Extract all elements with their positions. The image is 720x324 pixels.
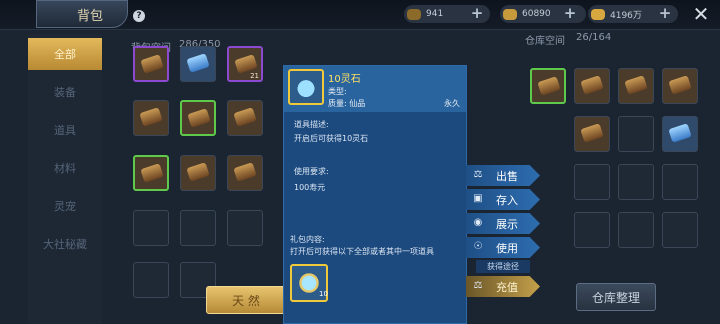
coin-value: 941 — [426, 9, 444, 19]
warehouse-slot[interactable] — [662, 212, 698, 248]
warehouse-slot[interactable] — [618, 212, 654, 248]
add-coin-button[interactable]: + — [470, 6, 484, 21]
show-icon: ◉ — [473, 216, 483, 228]
warehouse-slot[interactable] — [574, 116, 610, 152]
warehouse-slot[interactable] — [618, 68, 654, 104]
deposit-button[interactable]: ▣ 存入 — [466, 189, 540, 210]
help-icon[interactable]: ? — [133, 10, 145, 22]
warehouse-arrange-button[interactable]: 仓库整理 — [576, 283, 656, 311]
bag-slot[interactable] — [133, 262, 169, 298]
use-button[interactable]: ☉ 使用 — [466, 237, 540, 258]
item-count: 21 — [250, 72, 259, 80]
bag-slot[interactable] — [133, 46, 169, 82]
deposit-button-label: 存入 — [496, 193, 518, 207]
show-button-label: 展示 — [496, 217, 518, 231]
item-type: 类型: — [328, 87, 347, 96]
bag-slot[interactable] — [227, 210, 263, 246]
bag-slot[interactable] — [180, 210, 216, 246]
add-gold-bar-button[interactable]: + — [658, 6, 672, 21]
warehouse-slot[interactable] — [574, 68, 610, 104]
sell-button[interactable]: ⚖ 出售 — [466, 165, 540, 186]
scale-icon: ⚖ — [473, 168, 483, 180]
requirement-title: 使用要求: — [294, 167, 329, 176]
page-title-text: 背包 — [77, 8, 104, 24]
warehouse-slot[interactable] — [662, 68, 698, 104]
bag-slot[interactable]: 21 — [227, 46, 263, 82]
item-quality: 质量: 仙品 — [328, 99, 366, 108]
use-icon: ☉ — [473, 240, 483, 252]
add-gold-ingot-button[interactable]: + — [563, 6, 577, 21]
coin-icon — [407, 8, 421, 20]
page-title: 背包 — [36, 0, 128, 28]
requirement-text: 100寿元 — [294, 183, 326, 192]
bag-slot[interactable] — [180, 155, 216, 191]
gift-text: 打开后可获得以下全部或者其中一项道具 — [290, 247, 434, 256]
bag-slot[interactable] — [180, 46, 216, 82]
warehouse-slot[interactable] — [662, 116, 698, 152]
bag-slot[interactable] — [227, 155, 263, 191]
item-name: 10灵石 — [328, 74, 361, 85]
sidebar-item-equipment[interactable]: 装备 — [28, 76, 102, 108]
item-duration: 永久 — [444, 99, 460, 108]
warehouse-slot[interactable] — [618, 116, 654, 152]
gold-ingot-icon — [503, 8, 517, 20]
warehouse-slot[interactable] — [662, 164, 698, 200]
recharge-button-label: 充值 — [496, 280, 518, 294]
warehouse-slot[interactable] — [530, 68, 566, 104]
warehouse-slot[interactable] — [574, 164, 610, 200]
sidebar-item-materials[interactable]: 材料 — [28, 152, 102, 184]
sidebar-item-treasure[interactable]: 大社秘藏 — [28, 228, 102, 260]
use-button-label: 使用 — [496, 241, 518, 255]
spirit-stone-icon — [288, 69, 324, 105]
close-icon[interactable]: ✕ — [690, 3, 712, 25]
box-icon: ▣ — [473, 192, 483, 204]
desc-title: 道具描述: — [294, 120, 329, 129]
category-sidebar: 全部 装备 道具 材料 灵宠 大社秘藏 — [28, 34, 102, 324]
gold-bar-value: 4196万 — [610, 10, 642, 21]
gift-item-count: 10 — [319, 290, 328, 298]
warehouse-slot[interactable] — [618, 164, 654, 200]
bag-slot[interactable] — [133, 155, 169, 191]
warehouse-slot[interactable] — [574, 212, 610, 248]
gift-title: 礼包内容: — [290, 235, 325, 244]
bag-slot[interactable] — [133, 100, 169, 136]
warehouse-capacity-value: 26/164 — [576, 32, 612, 43]
sidebar-item-props[interactable]: 道具 — [28, 114, 102, 146]
warehouse-capacity-label: 仓库空间 — [525, 36, 565, 47]
bag-slot[interactable] — [180, 100, 216, 136]
sell-button-label: 出售 — [496, 169, 518, 183]
scale-icon: ⚖ — [473, 279, 483, 291]
item-tooltip: 10灵石 类型: 质量: 仙品 永久 道具描述: 开启后可获得10灵石 使用要求… — [283, 65, 467, 324]
recharge-button[interactable]: ⚖ 充值 — [466, 276, 540, 297]
bag-slot[interactable] — [227, 100, 263, 136]
sidebar-item-all[interactable]: 全部 — [28, 38, 102, 70]
desc-text: 开启后可获得10灵石 — [294, 134, 369, 143]
source-link[interactable]: 获得途径 — [476, 260, 530, 273]
bag-slot[interactable] — [133, 210, 169, 246]
gold-ingot-value: 60890 — [522, 9, 551, 19]
sidebar-item-pets[interactable]: 灵宠 — [28, 190, 102, 222]
bag-arrange-button[interactable]: 天 然 — [206, 286, 286, 314]
gold-bar-icon — [591, 8, 605, 20]
show-button[interactable]: ◉ 展示 — [466, 213, 540, 234]
